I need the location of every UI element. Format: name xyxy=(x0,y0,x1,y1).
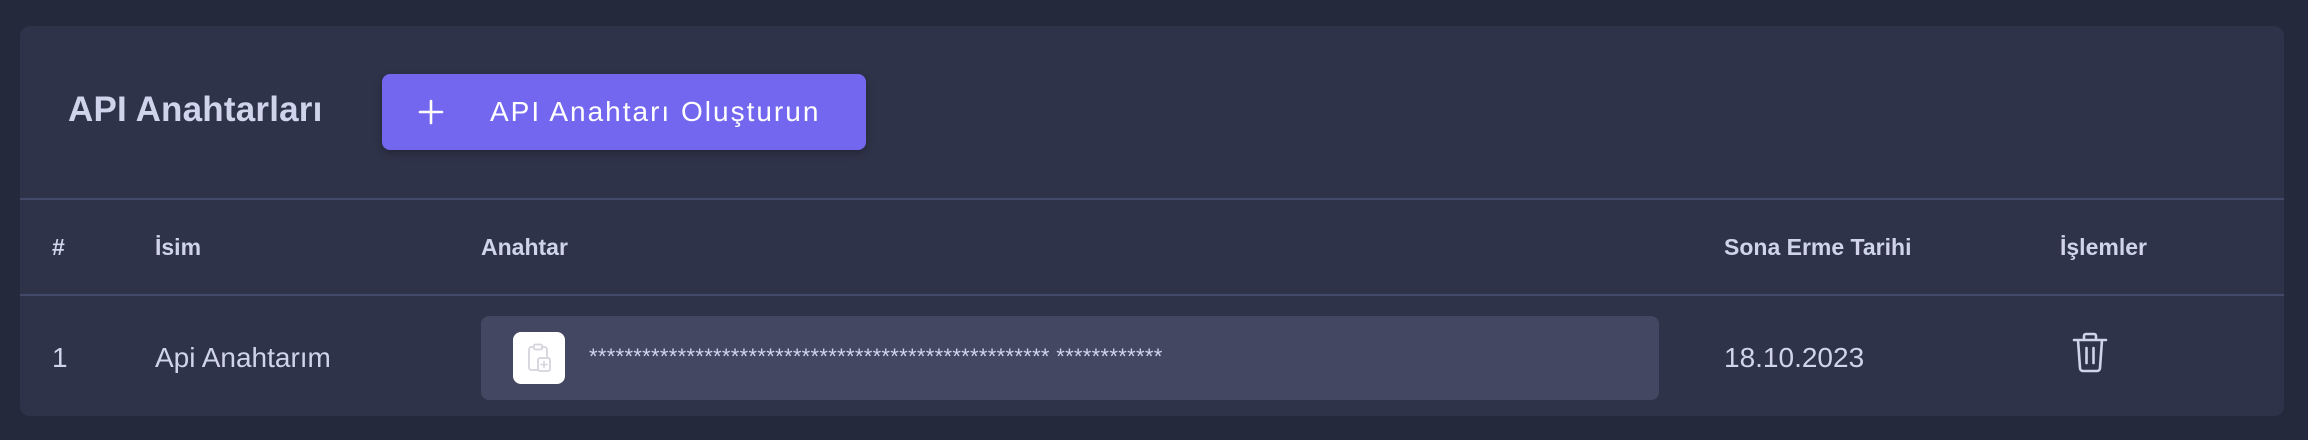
column-header-key: Anahtar xyxy=(481,234,568,260)
copy-key-button[interactable] xyxy=(513,332,565,384)
api-key-field: ****************************************… xyxy=(481,316,1659,400)
create-api-key-button[interactable]: API Anahtarı Oluşturun xyxy=(382,74,866,150)
delete-key-button[interactable] xyxy=(2070,330,2110,374)
column-header-expiry: Sona Erme Tarihi xyxy=(1724,234,1912,260)
clipboard-copy-icon xyxy=(528,343,551,372)
table-header: # İsim Anahtar Sona Erme Tarihi İşlemler xyxy=(20,200,2284,296)
column-header-name: İsim xyxy=(155,234,202,260)
trash-icon xyxy=(2072,332,2108,373)
page-title: API Anahtarları xyxy=(68,90,323,129)
api-keys-card: API Anahtarları API Anahtarı Oluşturun #… xyxy=(20,26,2284,416)
card-header: API Anahtarları API Anahtarı Oluşturun xyxy=(20,26,2284,200)
table-row: 1 Api Anahtarım ************************… xyxy=(20,296,2284,416)
column-header-index: # xyxy=(52,234,65,260)
create-api-key-label: API Anahtarı Oluşturun xyxy=(490,96,821,127)
row-index: 1 xyxy=(52,342,68,373)
row-name: Api Anahtarım xyxy=(155,342,331,373)
plus-icon xyxy=(418,99,444,125)
column-header-actions: İşlemler xyxy=(2060,234,2147,260)
row-expiry-date: 18.10.2023 xyxy=(1724,342,1865,373)
api-key-value: ****************************************… xyxy=(589,344,1163,369)
